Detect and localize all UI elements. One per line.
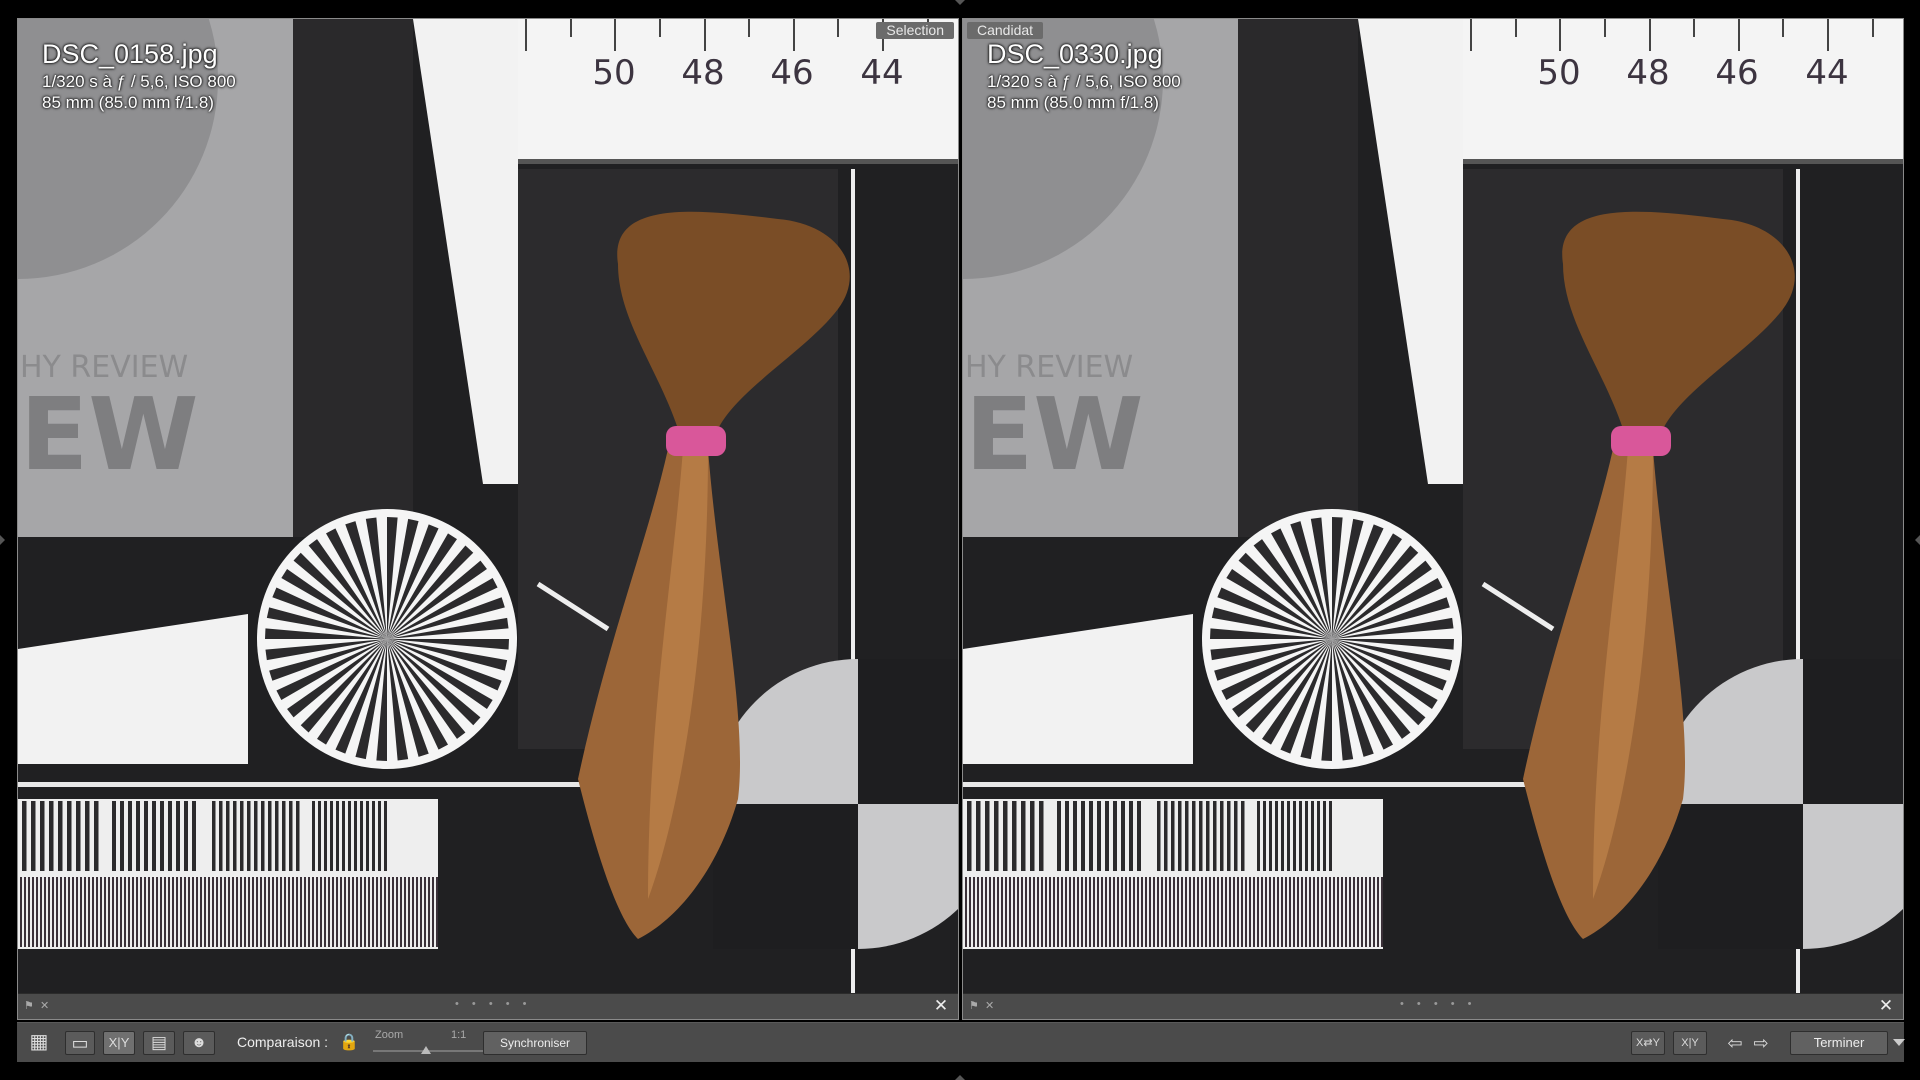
loupe-view-button[interactable]: ▭ [65,1031,95,1055]
people-view-button[interactable]: ☻ [183,1031,215,1055]
chart-text: EW [20,376,199,493]
ruler-label: 48 [1626,53,1669,93]
zoom-slider-handle[interactable] [421,1046,431,1054]
filename: DSC_0330.jpg [987,39,1163,69]
pane-status-strip: ⚑ ✕ • • • • • ✕ [963,993,1903,1019]
pane-status-strip: ⚑ ✕ • • • • • ✕ [18,993,958,1019]
filename: DSC_0158.jpg [42,39,218,69]
ruler-label: 48 [681,53,724,93]
synchronize-button[interactable]: Synchroniser [483,1031,587,1055]
exposure-info: 1/320 s à ƒ / 5,6, ISO 800 [42,72,236,91]
grid-view-icon: ▦ [29,1031,49,1053]
lens-info: 85 mm (85.0 mm f/1.8) [987,93,1159,112]
bottom-panel-toggle[interactable] [955,1070,965,1080]
survey-view-button[interactable]: ▤ [143,1031,175,1055]
toolbar-menu-chevron-icon[interactable] [1893,1039,1905,1046]
flag-icon[interactable]: ⚑ [969,1000,981,1012]
select-pane[interactable]: 50 48 46 44 HY REVIEW EW Selection DSC_0… [17,18,959,1020]
candidate-photo[interactable]: 50 48 46 44 HY REVIEW EW Candidat DSC_03… [963,19,1903,994]
exposure-info: 1/320 s à ƒ / 5,6, ISO 800 [987,72,1181,91]
zoom-slider[interactable] [373,1050,489,1052]
next-arrow-icon[interactable]: ⇨ [1751,1032,1771,1054]
photo-info-overlay: DSC_0330.jpg 1/320 s à ƒ / 5,6, ISO 800 … [987,37,1181,113]
ruler-label: 50 [1537,53,1580,93]
done-button[interactable]: Terminer [1790,1031,1888,1055]
close-icon[interactable]: ✕ [932,997,950,1015]
compare-label: Comparaison : [237,1034,329,1050]
compare-view-icon: X|Y [108,1035,130,1050]
ruler-label: 44 [860,53,903,93]
previous-arrow-icon[interactable]: ⇦ [1725,1032,1745,1054]
chart-text: EW [965,376,1144,493]
loupe-view-icon: ▭ [71,1033,89,1053]
photo-info-overlay: DSC_0158.jpg 1/320 s à ƒ / 5,6, ISO 800 … [42,37,236,113]
close-icon[interactable]: ✕ [1877,997,1895,1015]
candidate-pane[interactable]: 50 48 46 44 HY REVIEW EW Candidat DSC_03… [962,18,1904,1020]
lightroom-compare-window: 50 48 46 44 HY REVIEW EW Selection DSC_0… [0,0,1920,1080]
right-panel-toggle[interactable] [1910,535,1920,545]
ruler-label: 46 [770,53,813,93]
zoom-value: 1:1 [451,1029,467,1041]
ruler-label: 44 [1805,53,1848,93]
zoom-label: Zoom [375,1029,404,1041]
test-chart-photo: 50 48 46 44 HY REVIEW EW [963,19,1903,994]
make-select-button[interactable]: X|Y [1673,1031,1707,1055]
lock-icon[interactable]: 🔒 [339,1032,359,1054]
lens-info: 85 mm (85.0 mm f/1.8) [42,93,214,112]
reject-flag-icon[interactable]: ✕ [40,1000,52,1012]
select-photo[interactable]: 50 48 46 44 HY REVIEW EW Selection DSC_0… [18,19,958,994]
people-view-icon: ☻ [191,1034,207,1051]
compare-view-button[interactable]: X|Y [103,1031,135,1055]
select-badge: Selection [876,22,954,39]
grid-view-button[interactable]: ▦ [23,1031,55,1055]
ruler-label: 50 [592,53,635,93]
test-chart-photo: 50 48 46 44 HY REVIEW EW [18,19,958,994]
rating-stars[interactable]: • • • • • [455,998,531,1010]
flag-icon[interactable]: ⚑ [24,1000,36,1012]
reject-flag-icon[interactable]: ✕ [985,1000,997,1012]
ruler-label: 46 [1715,53,1758,93]
survey-view-icon: ▤ [150,1033,168,1052]
top-panel-toggle[interactable] [955,0,965,10]
rating-stars[interactable]: • • • • • [1400,998,1476,1010]
compare-toolbar: ▦ ▭ X|Y ▤ ☻ Comparaison : 🔒 Zoom 1:1 Syn… [17,1022,1905,1062]
siemens-star [1210,517,1454,761]
make-select-icon: X|Y [1681,1037,1699,1049]
swap-icon: X⇄Y [1636,1037,1660,1049]
swap-button[interactable]: X⇄Y [1631,1031,1665,1055]
left-panel-toggle[interactable] [0,535,10,545]
